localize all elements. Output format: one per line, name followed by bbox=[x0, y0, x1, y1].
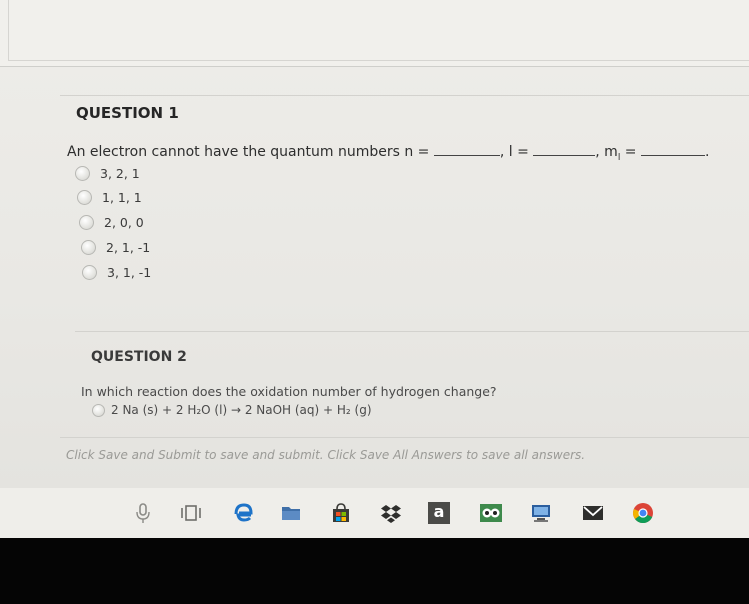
question-2-heading: QUESTION 2 bbox=[91, 349, 187, 365]
ml-blank bbox=[640, 143, 705, 156]
option-1[interactable]: 3, 2, 1 bbox=[75, 165, 140, 181]
save-instructions: Click Save and Submit to save and submit… bbox=[66, 448, 586, 462]
option-5[interactable]: 3, 1, -1 bbox=[82, 264, 151, 280]
screen: QUESTION 1 An electron cannot have the q… bbox=[0, 0, 749, 488]
prompt-end: . bbox=[704, 144, 710, 160]
taskbar: a bbox=[0, 488, 749, 538]
option-label: 2, 1, -1 bbox=[106, 240, 151, 255]
l-blank bbox=[533, 143, 596, 156]
top-panel bbox=[0, 0, 749, 67]
n-blank bbox=[433, 143, 500, 156]
amazon-icon[interactable]: a bbox=[428, 502, 450, 524]
radio-button[interactable] bbox=[92, 404, 105, 417]
option-label: 1, 1, 1 bbox=[102, 190, 142, 205]
ml-label: , m bbox=[595, 144, 618, 160]
section-divider bbox=[60, 95, 749, 96]
option-label: 2 Na (s) + 2 H₂O (l) → 2 NaOH (aq) + H₂ … bbox=[111, 403, 372, 417]
radio-button[interactable] bbox=[79, 215, 94, 230]
computer-icon[interactable] bbox=[530, 502, 552, 524]
option-label: 3, 1, -1 bbox=[107, 265, 152, 280]
mail-icon[interactable] bbox=[582, 502, 604, 524]
ml-equals: = bbox=[620, 144, 641, 160]
option-4[interactable]: 2, 1, -1 bbox=[81, 239, 150, 255]
radio-button[interactable] bbox=[75, 166, 90, 181]
option-3[interactable]: 2, 0, 0 bbox=[79, 214, 144, 230]
question-2-prompt: In which reaction does the oxidation num… bbox=[81, 384, 497, 399]
option-2[interactable]: 1, 1, 1 bbox=[77, 189, 142, 205]
monitor-bezel bbox=[0, 538, 749, 604]
radio-button[interactable] bbox=[82, 265, 97, 280]
radio-button[interactable] bbox=[81, 240, 96, 255]
section-divider bbox=[60, 437, 749, 438]
l-label: , l = bbox=[499, 144, 534, 160]
prompt-text: An electron cannot have the quantum numb… bbox=[67, 144, 434, 160]
option-label: 3, 2, 1 bbox=[100, 166, 140, 181]
option-label: 2, 0, 0 bbox=[104, 215, 144, 230]
top-panel-frame bbox=[8, 0, 749, 61]
section-divider bbox=[75, 331, 749, 332]
file-explorer-icon[interactable] bbox=[280, 502, 302, 524]
question-2-option-1[interactable]: 2 Na (s) + 2 H₂O (l) → 2 NaOH (aq) + H₂ … bbox=[92, 403, 372, 417]
edge-icon[interactable] bbox=[232, 502, 254, 524]
question-1-prompt: An electron cannot have the quantum numb… bbox=[67, 143, 709, 163]
question-1-heading: QUESTION 1 bbox=[76, 104, 179, 122]
tripadvisor-icon[interactable] bbox=[480, 502, 502, 524]
dropbox-icon[interactable] bbox=[380, 502, 402, 524]
task-view-icon[interactable] bbox=[180, 502, 202, 524]
store-icon[interactable] bbox=[330, 502, 352, 524]
radio-button[interactable] bbox=[77, 190, 92, 205]
microphone-icon[interactable] bbox=[132, 502, 154, 524]
chrome-icon[interactable] bbox=[632, 502, 654, 524]
